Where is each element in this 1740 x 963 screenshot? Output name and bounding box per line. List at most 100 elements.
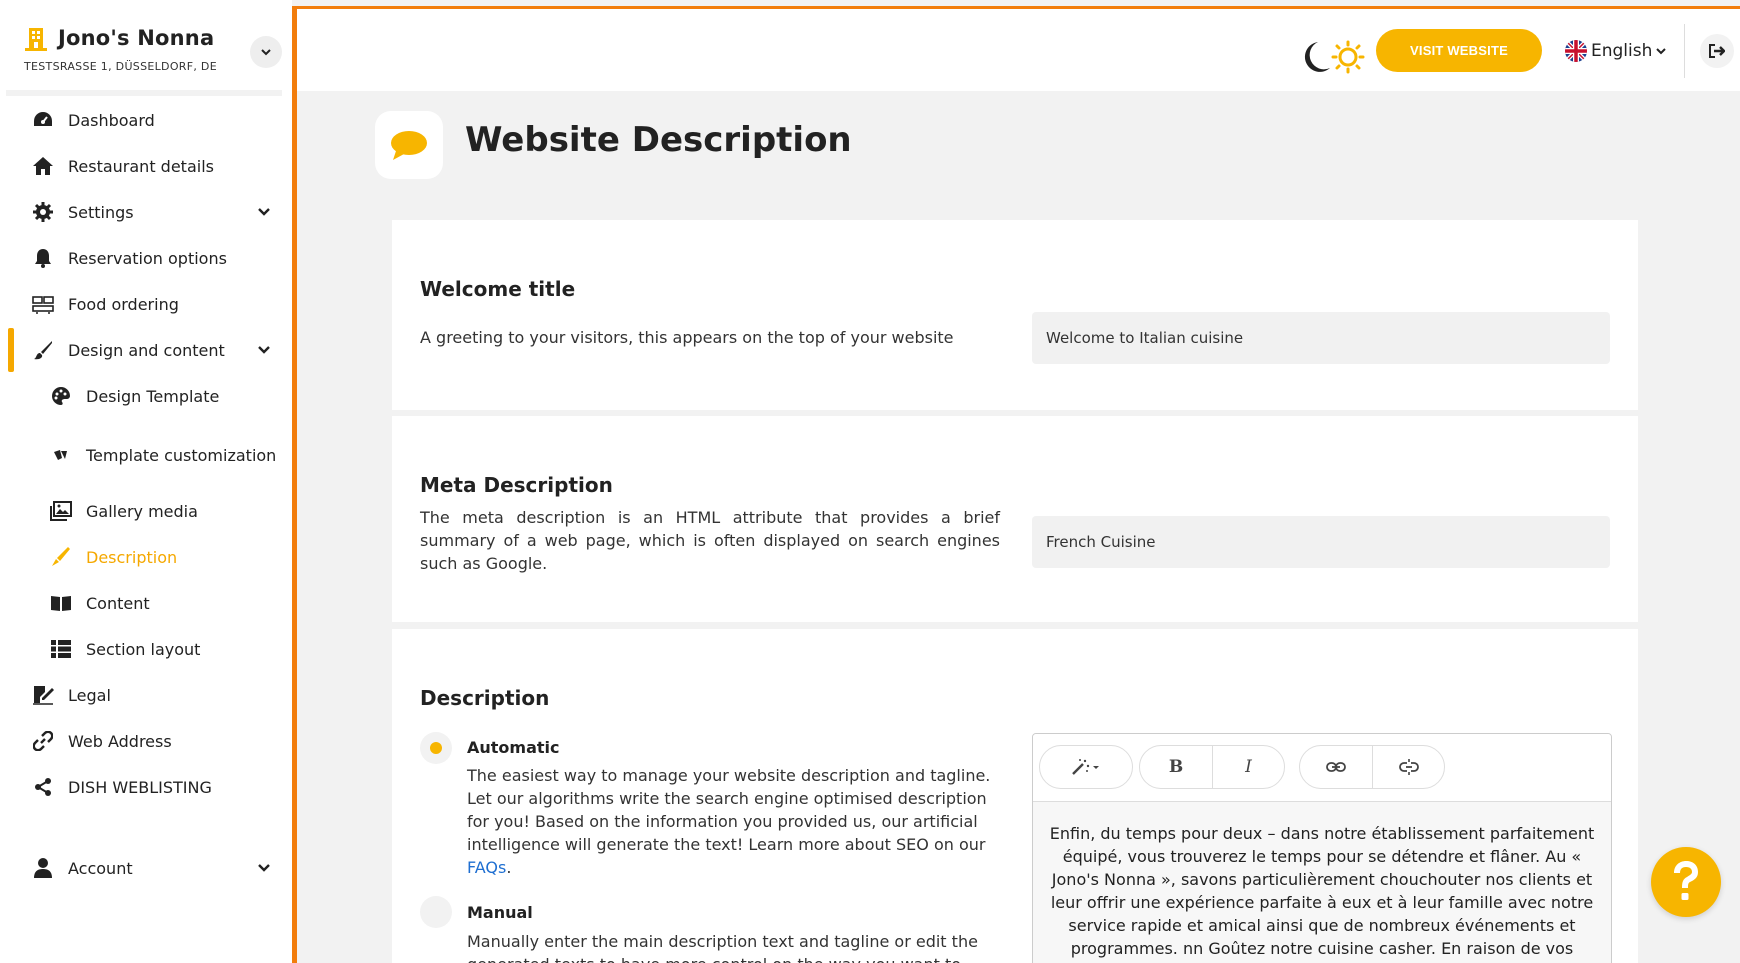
- sidebar-item-design-and-content[interactable]: Design and content: [0, 330, 292, 370]
- logout-icon: [1709, 44, 1725, 58]
- automatic-radio[interactable]: [420, 732, 452, 764]
- magic-wand-button[interactable]: [1040, 746, 1132, 788]
- welcome-title-description: A greeting to your visitors, this appear…: [420, 328, 954, 347]
- home-icon: [32, 155, 54, 177]
- sidebar-item-description[interactable]: Description: [0, 537, 292, 577]
- sidebar-item-template-customization[interactable]: Template customization: [0, 430, 292, 480]
- sidebar-item-label: Description: [86, 547, 178, 567]
- language-label: English: [1591, 41, 1653, 61]
- sidebar: Jono's Nonna TESTSRASSE 1, DÜSSELDORF, D…: [0, 0, 292, 963]
- faq-link[interactable]: FAQs: [467, 858, 506, 877]
- list-icon: [50, 638, 72, 660]
- gear-icon: [32, 201, 54, 223]
- description-heading: Description: [420, 686, 550, 710]
- automatic-description: The easiest way to manage your website d…: [467, 766, 991, 877]
- restaurant-name: Jono's Nonna: [58, 26, 215, 50]
- bold-icon: B: [1168, 757, 1184, 777]
- manual-radio[interactable]: [420, 896, 452, 928]
- palette-icon: [50, 385, 72, 407]
- food-ordering-icon: [32, 293, 54, 315]
- sidebar-item-label: Gallery media: [86, 501, 198, 521]
- help-button[interactable]: [1651, 847, 1721, 917]
- italic-icon: I: [1245, 757, 1252, 777]
- signature-icon: [32, 684, 54, 706]
- chevron-down-icon: [1656, 48, 1667, 55]
- gallery-icon: [50, 500, 72, 522]
- sidebar-item-label: Dashboard: [68, 110, 155, 130]
- uk-flag-icon: [1565, 40, 1587, 62]
- sidebar-item-section-layout[interactable]: Section layout: [0, 629, 292, 669]
- sidebar-item-food-ordering[interactable]: Food ordering: [0, 284, 292, 324]
- page-title: Website Description: [465, 120, 852, 160]
- sidebar-item-restaurant-details[interactable]: Restaurant details: [0, 146, 292, 186]
- bold-button[interactable]: B: [1140, 746, 1212, 788]
- restaurant-address: TESTSRASSE 1, DÜSSELDORF, DE: [24, 60, 217, 73]
- sidebar-item-account[interactable]: Account: [0, 848, 292, 888]
- toolbar-group-link: [1299, 745, 1445, 789]
- logout-button[interactable]: [1700, 34, 1734, 68]
- sidebar-item-label: Settings: [68, 202, 134, 222]
- brand: Jono's Nonna: [22, 24, 214, 52]
- chevron-down-icon: [258, 346, 270, 354]
- sidebar-item-reservation-options[interactable]: Reservation options: [0, 238, 292, 278]
- restaurant-switcher-button[interactable]: [250, 36, 282, 68]
- sidebar-item-web-address[interactable]: Web Address: [0, 721, 292, 761]
- sidebar-item-label: Design and content: [68, 340, 225, 360]
- pen-icon: [50, 546, 72, 568]
- user-icon: [32, 857, 54, 879]
- dashboard-icon: [32, 109, 54, 131]
- speech-bubble-icon: [391, 131, 427, 160]
- sidebar-item-label: Legal: [68, 685, 111, 705]
- toolbar-group-format: B I: [1139, 745, 1285, 789]
- meta-description-text: The meta description is an HTML attribut…: [420, 508, 1000, 573]
- sidebar-item-label: DISH WEBLISTING: [68, 777, 212, 797]
- chevron-down-icon: [258, 208, 270, 216]
- frame-border-left: [292, 6, 297, 963]
- chevron-down-icon: [261, 49, 271, 56]
- sidebar-item-label: Content: [86, 593, 150, 613]
- page-title-icon-box: [375, 111, 443, 179]
- automatic-label: Automatic: [467, 738, 560, 757]
- top-bar: VISIT WEBSITE English: [297, 9, 1740, 91]
- welcome-title-input[interactable]: [1032, 312, 1610, 364]
- theme-toggle-icon[interactable]: [1300, 40, 1366, 74]
- insert-link-button[interactable]: [1300, 746, 1372, 788]
- question-mark-icon: [1674, 861, 1698, 900]
- chevron-down-icon: [258, 864, 270, 872]
- sidebar-item-label: Food ordering: [68, 294, 179, 314]
- sidebar-item-label: Restaurant details: [68, 156, 214, 176]
- editor-content[interactable]: Enfin, du temps pour deux – dans notre é…: [1033, 802, 1611, 960]
- visit-website-button[interactable]: VISIT WEBSITE: [1376, 29, 1542, 72]
- sidebar-item-content[interactable]: Content: [0, 583, 292, 623]
- link-icon: [1326, 762, 1346, 772]
- meta-description-input[interactable]: [1032, 516, 1610, 568]
- language-selector[interactable]: English: [1565, 38, 1667, 64]
- manual-label: Manual: [467, 903, 533, 922]
- remove-link-button[interactable]: [1372, 746, 1444, 788]
- bell-icon: [32, 247, 54, 269]
- description-editor: B I Enfin, du temps pour deux – dans not…: [1032, 733, 1612, 963]
- divider: [6, 90, 282, 96]
- editor-toolbar: B I: [1033, 734, 1611, 802]
- building-icon: [25, 28, 47, 51]
- unlink-icon: [1398, 759, 1419, 775]
- sidebar-item-label: Web Address: [68, 731, 172, 751]
- welcome-title-card: Welcome title A greeting to your visitor…: [392, 220, 1638, 410]
- sidebar-item-legal[interactable]: Legal: [0, 675, 292, 715]
- meta-description-card: Meta Description The meta description is…: [392, 416, 1638, 622]
- welcome-title-heading: Welcome title: [420, 277, 576, 301]
- description-card: Description Automatic The easiest way to…: [392, 629, 1638, 963]
- sidebar-item-settings[interactable]: Settings: [0, 192, 292, 232]
- sidebar-item-design-template[interactable]: Design Template: [0, 376, 292, 416]
- meta-description-heading: Meta Description: [420, 473, 613, 497]
- sidebar-item-label: Reservation options: [68, 248, 227, 268]
- sidebar-item-dish-weblisting[interactable]: DISH WEBLISTING: [0, 767, 292, 807]
- italic-button[interactable]: I: [1212, 746, 1284, 788]
- sidebar-item-gallery-media[interactable]: Gallery media: [0, 491, 292, 531]
- toolbar-group-magic: [1039, 745, 1133, 789]
- sidebar-item-label: Design Template: [86, 386, 220, 406]
- sidebar-item-label: Section layout: [86, 639, 201, 659]
- sidebar-item-dashboard[interactable]: Dashboard: [0, 100, 292, 140]
- book-icon: [50, 592, 72, 614]
- radio-selected-dot: [430, 742, 442, 754]
